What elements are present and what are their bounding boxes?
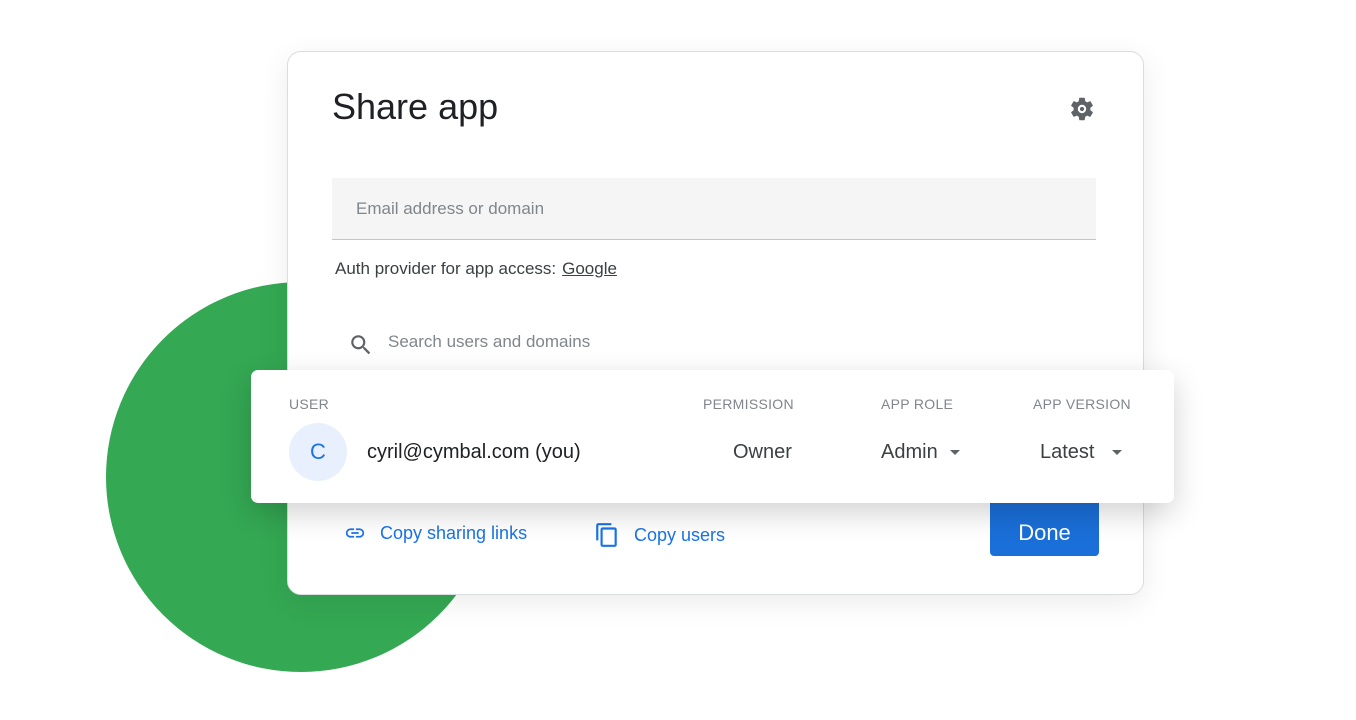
app-role-dropdown[interactable]: Admin bbox=[881, 441, 960, 464]
copy-users-button[interactable]: Copy users bbox=[594, 522, 725, 548]
link-icon bbox=[345, 528, 365, 538]
app-version-value: Latest bbox=[1040, 441, 1095, 463]
header-permission: PERMISSION bbox=[703, 396, 794, 412]
caret-down-icon bbox=[949, 450, 960, 456]
header-app-version: APP VERSION bbox=[1033, 396, 1131, 412]
auth-provider-link[interactable]: Google bbox=[562, 259, 617, 278]
copy-users-label: Copy users bbox=[634, 524, 726, 545]
app-role-value: Admin bbox=[881, 441, 938, 463]
copy-sharing-links-button[interactable]: Copy sharing links bbox=[344, 522, 527, 544]
app-version-dropdown[interactable]: Latest bbox=[1040, 441, 1123, 464]
auth-provider-row: Auth provider for app access: Google bbox=[335, 259, 617, 279]
caret-down-icon bbox=[1112, 450, 1123, 456]
permission-value: Owner bbox=[733, 441, 792, 463]
email-input[interactable] bbox=[332, 178, 1096, 240]
auth-label: Auth provider for app access: bbox=[335, 259, 557, 278]
user-email: cyril@cymbal.com (you) bbox=[367, 441, 581, 463]
copy-icon bbox=[596, 523, 617, 547]
avatar: C bbox=[289, 423, 347, 481]
header-app-role: APP ROLE bbox=[881, 396, 954, 412]
dialog-title: Share app bbox=[332, 86, 499, 127]
copy-sharing-links-label: Copy sharing links bbox=[380, 522, 528, 543]
share-app-dialog: Share app Auth provider for app access: G… bbox=[287, 51, 1144, 595]
user-permissions-table: USER PERMISSION APP ROLE APP VERSION C c… bbox=[251, 370, 1174, 503]
header-user: USER bbox=[289, 396, 330, 412]
gear-icon[interactable] bbox=[1068, 95, 1096, 123]
search-icon bbox=[351, 335, 371, 355]
search-users-input[interactable] bbox=[388, 332, 788, 352]
